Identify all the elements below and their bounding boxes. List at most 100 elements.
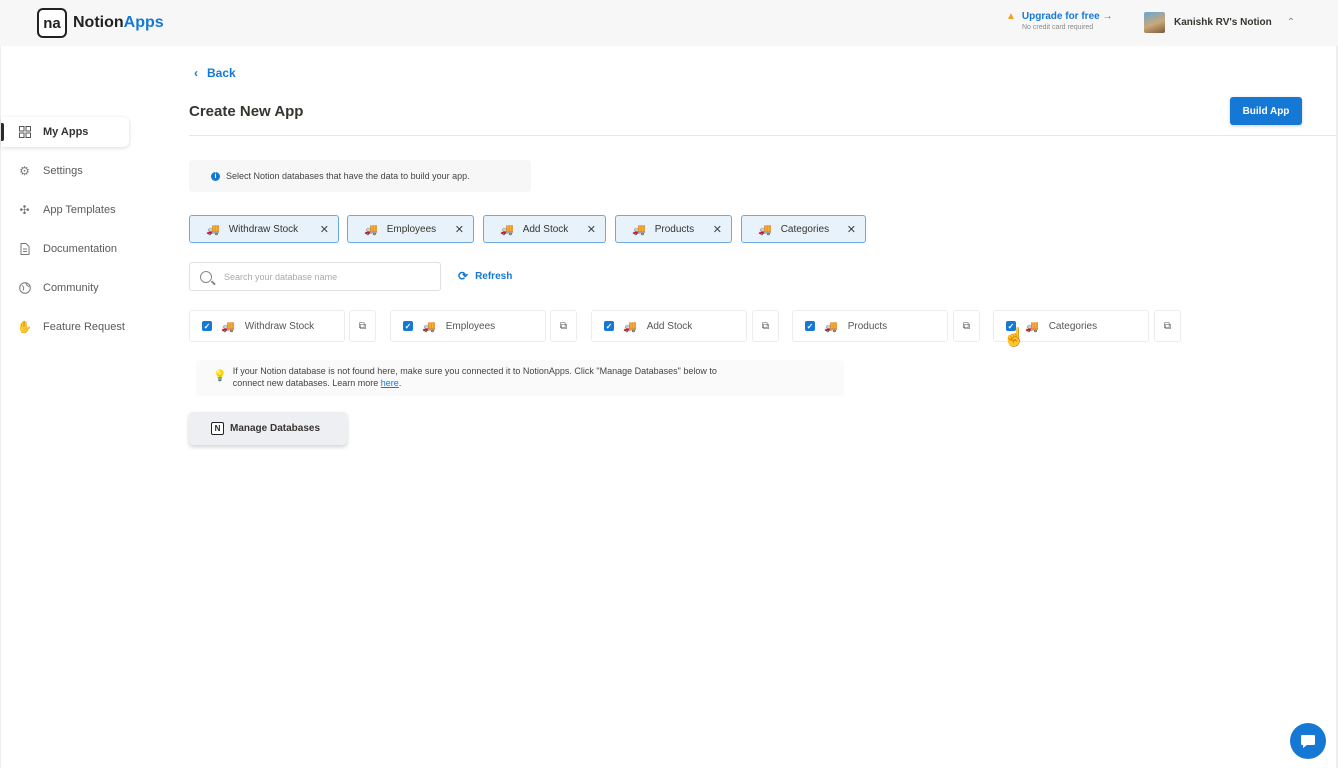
selected-chip[interactable]: 🚚 Employees ✕ [347, 215, 474, 243]
truck-icon: 🚚 [364, 223, 378, 236]
upgrade-link[interactable]: Upgrade for free → [1022, 11, 1113, 22]
sidebar: My Apps ⚙ Settings ✣ App Templates Docum… [0, 46, 160, 768]
document-icon [18, 243, 31, 256]
back-link[interactable]: ‹ Back [194, 66, 236, 80]
database-name: Products [847, 320, 888, 332]
upgrade-block[interactable]: ▲ Upgrade for free → No credit card requ… [1006, 11, 1112, 31]
logo-mark: na [37, 8, 67, 38]
workspace-avatar [1144, 12, 1165, 33]
truck-icon: 🚚 [1025, 320, 1039, 333]
checkbox[interactable]: ✓ [403, 321, 413, 331]
database-option[interactable]: ✓ 🚚 Products [792, 310, 948, 342]
hand-icon: ✋ [17, 320, 32, 334]
chip-label: Add Stock [522, 223, 569, 235]
close-icon[interactable]: ✕ [455, 223, 464, 236]
logo[interactable]: na NotionApps [37, 8, 164, 38]
search-icon [200, 270, 212, 283]
external-link-icon[interactable]: ⧉ [349, 310, 376, 342]
hint-line-2: connect new databases. Learn more here. [233, 377, 717, 389]
logo-text-part1: Notion [73, 14, 124, 31]
chip-label: Withdraw Stock [228, 223, 299, 235]
database-option[interactable]: ✓ 🚚 Employees [390, 310, 546, 342]
learn-more-link[interactable]: here [381, 378, 399, 388]
info-text: Select Notion databases that have the da… [226, 171, 470, 181]
database-name: Add Stock [646, 320, 693, 332]
build-app-button[interactable]: Build App [1230, 97, 1302, 125]
database-search[interactable] [189, 262, 441, 291]
templates-icon: ✣ [19, 203, 30, 217]
sidebar-item-community[interactable]: Community [1, 273, 129, 303]
info-icon: i [211, 171, 220, 181]
sidebar-item-label: Community [43, 282, 99, 294]
chip-label: Categories [780, 223, 830, 235]
close-icon[interactable]: ✕ [713, 223, 722, 236]
sidebar-item-label: Settings [43, 165, 83, 177]
selected-chip[interactable]: 🚚 Categories ✕ [741, 215, 866, 243]
truck-icon: 🚚 [632, 223, 646, 236]
chip-label: Employees [386, 223, 437, 235]
sidebar-item-feature-request[interactable]: ✋ Feature Request [1, 312, 129, 342]
truck-icon: 🚚 [500, 223, 514, 236]
truck-icon: 🚚 [206, 223, 220, 236]
hint-line-2-end: . [398, 378, 402, 388]
truck-icon: 🚚 [221, 320, 235, 333]
sidebar-item-settings[interactable]: ⚙ Settings [1, 156, 129, 186]
hint-banner: 💡 If your Notion database is not found h… [196, 360, 844, 396]
external-link-icon[interactable]: ⧉ [752, 310, 779, 342]
hint-line-1: If your Notion database is not found her… [232, 366, 717, 376]
grid-icon [18, 126, 31, 139]
top-bar: na NotionApps ▲ Upgrade for free → No cr… [0, 0, 1338, 46]
checkbox[interactable]: ✓ [805, 321, 815, 331]
close-icon[interactable]: ✕ [587, 223, 596, 236]
database-name: Employees [445, 320, 496, 332]
gear-icon: ⚙ [19, 164, 30, 178]
truck-icon: 🚚 [758, 223, 772, 236]
lightbulb-icon: 💡 [213, 370, 227, 382]
database-option[interactable]: ✓ 🚚 Add Stock [591, 310, 747, 342]
chevron-left-icon: ‹ [194, 66, 198, 80]
selected-chip[interactable]: 🚚 Add Stock ✕ [483, 215, 606, 243]
back-label: Back [207, 66, 236, 80]
workspace-switcher[interactable]: Kanishk RV's Notion ⌃ [1144, 12, 1295, 33]
selected-chip[interactable]: 🚚 Products ✕ [615, 215, 732, 243]
sidebar-item-documentation[interactable]: Documentation [1, 234, 129, 264]
close-icon[interactable]: ✕ [320, 223, 329, 236]
chevron-updown-icon: ⌃ [1286, 17, 1296, 28]
external-link-icon[interactable]: ⧉ [1154, 310, 1181, 342]
checkbox[interactable]: ✓ [202, 321, 212, 331]
hint-text: If your Notion database is not found her… [233, 365, 717, 396]
manage-databases-label: Manage Databases [230, 423, 321, 434]
info-banner: i Select Notion databases that have the … [189, 160, 531, 192]
search-input[interactable] [224, 271, 424, 282]
truck-icon: 🚚 [422, 320, 436, 333]
selected-chip[interactable]: 🚚 Withdraw Stock ✕ [189, 215, 339, 243]
hand-cursor-icon: ☝ [1003, 327, 1026, 347]
external-link-icon[interactable]: ⧉ [550, 310, 577, 342]
refresh-button[interactable]: ⟳ Refresh [458, 269, 512, 283]
close-icon[interactable]: ✕ [847, 223, 856, 236]
truck-icon: 🚚 [824, 320, 838, 333]
sidebar-item-my-apps[interactable]: My Apps [1, 117, 129, 147]
notion-icon: N [211, 422, 224, 435]
chip-label: Products [654, 223, 695, 235]
sidebar-item-label: My Apps [43, 126, 89, 138]
page-title: Create New App [189, 103, 304, 120]
sidebar-item-app-templates[interactable]: ✣ App Templates [1, 195, 129, 225]
logo-text-part2: Apps [123, 14, 164, 31]
checkbox[interactable]: ✓ [604, 321, 614, 331]
workspace-name: Kanishk RV's Notion [1174, 17, 1272, 28]
database-name: Withdraw Stock [244, 320, 315, 332]
logo-text: NotionApps [73, 14, 164, 32]
external-link-icon[interactable]: ⧉ [953, 310, 980, 342]
upgrade-subtext: No credit card required [1022, 24, 1094, 31]
database-option[interactable]: ✓ 🚚 Withdraw Stock [189, 310, 345, 342]
divider [189, 135, 1338, 136]
warning-icon: ▲ [1006, 11, 1016, 22]
sidebar-item-label: App Templates [43, 204, 116, 216]
manage-databases-button[interactable]: N Manage Databases [189, 412, 347, 445]
refresh-label: Refresh [475, 270, 513, 282]
chat-bubble-icon[interactable] [1290, 723, 1326, 759]
truck-icon: 🚚 [623, 320, 637, 333]
sidebar-item-label: Documentation [43, 243, 117, 255]
globe-icon [18, 282, 31, 295]
